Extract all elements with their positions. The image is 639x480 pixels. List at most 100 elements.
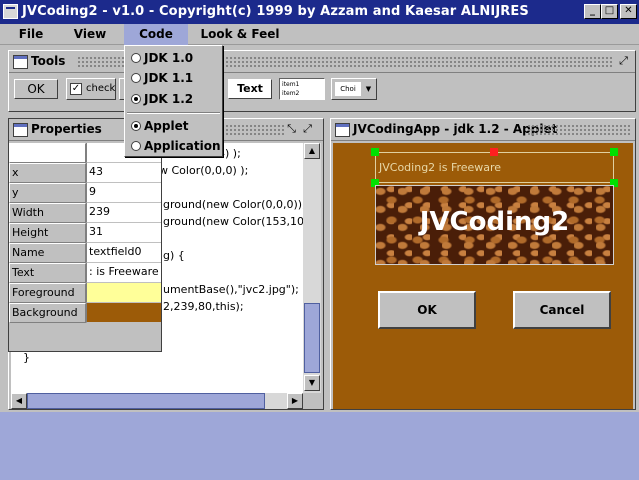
tool-ok-button[interactable]: OK: [14, 79, 58, 99]
property-name: y: [9, 183, 86, 203]
code-line: w Color(0,0,0) );: [159, 164, 249, 177]
menu-item-label: JDK 1.0: [144, 51, 194, 65]
window-title-bar[interactable]: JVCoding2 - v1.0 - Copyright(c) 1999 by …: [0, 0, 639, 24]
tools-title-bar[interactable]: Tools ⤢: [9, 51, 635, 73]
choice-label: Choi: [335, 82, 361, 96]
property-row[interactable]: Background: [9, 303, 161, 323]
property-row[interactable]: Foreground: [9, 283, 161, 303]
property-table: x 43 y 9 Width 239 Height 31 Name textfi…: [9, 143, 161, 323]
chevron-down-icon: ▼: [365, 85, 372, 93]
applet-canvas[interactable]: JVCoding2 is Freeware JVCoding2 OK Cance…: [333, 143, 633, 409]
code-line: g) {: [163, 249, 185, 262]
applet-cancel-button[interactable]: Cancel: [513, 291, 611, 329]
code-menu-dropdown: JDK 1.0 JDK 1.1 JDK 1.2 Applet Applicati…: [124, 45, 223, 157]
horizontal-scrollbar[interactable]: ◀ ▶: [11, 393, 303, 409]
check-label: check: [86, 83, 116, 94]
maximize-icon[interactable]: ⤢: [301, 123, 314, 136]
vertical-scrollbar[interactable]: ▲ ▼: [303, 143, 321, 393]
resize-handle[interactable]: [371, 148, 379, 156]
code-line: umentBase(),"jvc2.jpg");: [163, 283, 299, 296]
menu-look-and-feel[interactable]: Look & Feel: [198, 24, 282, 45]
desktop-pane: [0, 412, 639, 480]
scroll-left-arrow-icon[interactable]: ◀: [11, 393, 27, 409]
restore-icon[interactable]: ⤢: [617, 55, 630, 68]
menu-item-jdk-1-2[interactable]: JDK 1.2: [126, 89, 221, 109]
applet-textfield[interactable]: JVCoding2 is Freeware: [375, 152, 614, 183]
property-value[interactable]: 9: [86, 183, 161, 203]
radio-selected-icon: [131, 121, 141, 131]
radio-selected-icon: [131, 94, 141, 104]
applet-ok-button[interactable]: OK: [378, 291, 476, 329]
banner-image: JVCoding2: [375, 185, 614, 265]
property-value[interactable]: 31: [86, 223, 161, 243]
scroll-down-arrow-icon[interactable]: ▼: [304, 375, 320, 391]
checkbox-icon: ✓: [70, 83, 82, 95]
property-row[interactable]: Height 31: [9, 223, 161, 243]
property-value[interactable]: 43: [86, 163, 161, 183]
background-color-swatch[interactable]: [86, 303, 161, 323]
iconify-icon[interactable]: ⤡: [285, 123, 298, 136]
radio-icon: [131, 141, 141, 151]
menu-item-application[interactable]: Application: [126, 136, 221, 156]
tools-panel: Tools ⤢ OK ✓ check Text item1 item2 Choi…: [8, 50, 636, 112]
frame-icon: [335, 123, 350, 137]
title-grip: [527, 124, 631, 136]
menu-item-applet[interactable]: Applet: [126, 116, 221, 136]
code-line: }: [23, 351, 30, 364]
code-line: ground(new Color(153,10: [163, 215, 304, 228]
property-row[interactable]: Text : is Freeware: [9, 263, 161, 283]
properties-title: Properties: [31, 122, 106, 136]
list-item: item1: [282, 81, 300, 88]
horizontal-scroll-thumb[interactable]: [27, 393, 265, 409]
resize-handle[interactable]: [610, 148, 618, 156]
minimize-button[interactable]: _: [584, 4, 601, 19]
maximize-button[interactable]: □: [601, 4, 618, 19]
menu-item-jdk-1-1[interactable]: JDK 1.1: [126, 68, 221, 88]
radio-icon: [131, 53, 141, 63]
tool-checkbox[interactable]: ✓ check: [66, 78, 116, 100]
menu-item-label: JDK 1.1: [144, 71, 194, 85]
scroll-right-arrow-icon[interactable]: ▶: [287, 393, 303, 409]
code-line: 2,239,80,this);: [163, 300, 244, 313]
tool-choice[interactable]: Choi ▼: [331, 78, 377, 100]
applet-frame: JVCodingApp - jdk 1.2 - Applet JVCoding2…: [330, 118, 636, 410]
menu-bar: File View Code Look & Feel: [0, 24, 639, 45]
property-name: Foreground: [9, 283, 86, 303]
scroll-up-arrow-icon[interactable]: ▲: [304, 143, 320, 159]
property-name: Width: [9, 203, 86, 223]
code-line: ground(new Color(0,0,0));: [163, 198, 306, 211]
foreground-color-swatch[interactable]: [86, 283, 161, 303]
resize-handle[interactable]: [490, 148, 498, 156]
menu-item-jdk-1-0[interactable]: JDK 1.0: [126, 48, 221, 68]
tool-list[interactable]: item1 item2: [279, 78, 325, 100]
property-name: x: [9, 163, 86, 183]
menu-code[interactable]: Code: [124, 24, 188, 45]
property-row[interactable]: x 43: [9, 163, 161, 183]
property-value[interactable]: textfield0: [86, 243, 161, 263]
frame-icon: [13, 123, 28, 137]
banner-title: JVCoding2: [419, 207, 570, 237]
menu-separator: [127, 112, 220, 114]
property-row[interactable]: Name textfield0: [9, 243, 161, 263]
menu-view[interactable]: View: [64, 24, 116, 45]
list-item: item2: [282, 90, 300, 97]
menu-item-label: Application: [144, 139, 221, 153]
property-name: [9, 143, 86, 163]
menu-item-label: Applet: [144, 119, 189, 133]
menu-item-label: JDK 1.2: [144, 92, 194, 106]
property-row[interactable]: y 9: [9, 183, 161, 203]
radio-icon: [131, 73, 141, 83]
property-name: Height: [9, 223, 86, 243]
menu-file[interactable]: File: [8, 24, 54, 45]
close-button[interactable]: ✕: [620, 4, 637, 19]
window-title: JVCoding2 - v1.0 - Copyright(c) 1999 by …: [22, 4, 529, 19]
property-value[interactable]: 239: [86, 203, 161, 223]
frame-icon: [13, 55, 28, 69]
property-row[interactable]: Width 239: [9, 203, 161, 223]
app-icon: [3, 4, 18, 19]
property-name: Name: [9, 243, 86, 263]
tool-textfield[interactable]: Text: [228, 79, 272, 99]
applet-title-bar[interactable]: JVCodingApp - jdk 1.2 - Applet: [331, 119, 635, 141]
vertical-scroll-thumb[interactable]: [304, 303, 320, 373]
property-value[interactable]: : is Freeware: [86, 263, 161, 283]
